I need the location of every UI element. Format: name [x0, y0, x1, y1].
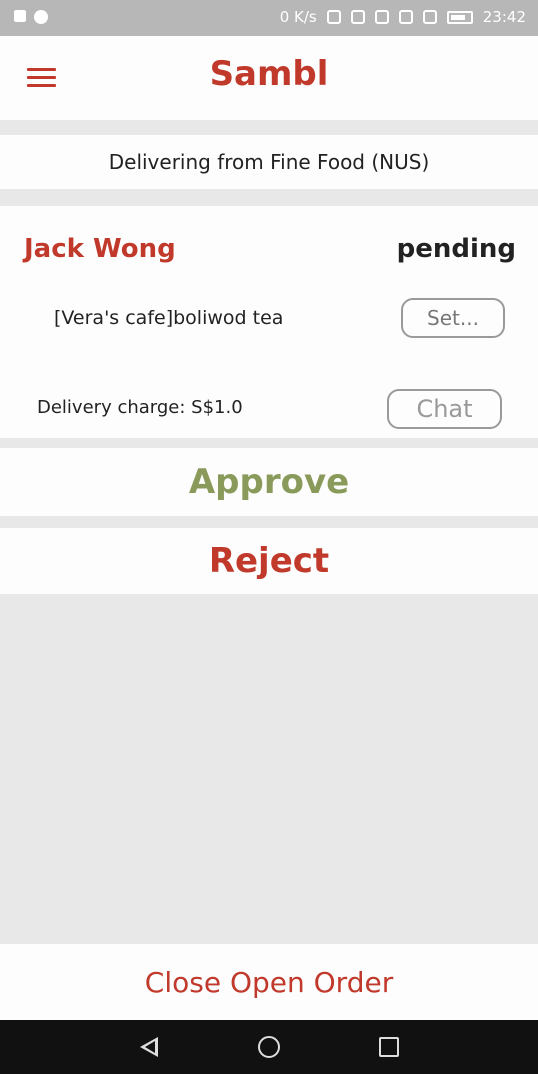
close-open-order-button[interactable]: Close Open Order: [0, 944, 538, 1020]
moon-icon: [326, 10, 341, 24]
battery-icon: [446, 10, 473, 24]
signal-icon: [422, 10, 437, 24]
set-button[interactable]: Set...: [401, 298, 505, 338]
order-card: Jack Wong pending [Vera's cafe]boliwod t…: [0, 206, 538, 438]
order-status: pending: [396, 234, 516, 264]
recent-apps-icon[interactable]: [379, 1037, 399, 1057]
back-icon[interactable]: [140, 1037, 158, 1057]
status-bar: 0 K/s 23:42: [0, 0, 538, 36]
chat-button[interactable]: Chat: [387, 389, 502, 429]
order-item: [Vera's cafe]boliwod tea: [54, 307, 284, 329]
notification-icon: [14, 10, 26, 22]
app-title: Sambl: [209, 54, 329, 94]
banner-text: Delivering from Fine Food (NUS): [108, 150, 430, 174]
app-bar: Sambl: [0, 36, 538, 120]
status-indicators: 0 K/s 23:42: [280, 8, 526, 26]
delivery-charge: Delivery charge: S$1.0: [37, 397, 243, 418]
eye-icon: [374, 10, 389, 24]
clock: 23:42: [482, 8, 526, 26]
app-notification-icon: [34, 10, 48, 24]
mute-icon: [350, 10, 365, 24]
reject-button[interactable]: Reject: [0, 528, 538, 594]
network-speed: 0 K/s: [279, 8, 317, 26]
system-nav-bar: [0, 1020, 538, 1074]
notification-icons: [14, 10, 48, 24]
customer-name: Jack Wong: [24, 234, 176, 264]
wifi-icon: [398, 10, 413, 24]
delivering-from-banner: Delivering from Fine Food (NUS): [0, 135, 538, 189]
approve-button[interactable]: Approve: [0, 448, 538, 516]
home-icon[interactable]: [258, 1036, 280, 1058]
